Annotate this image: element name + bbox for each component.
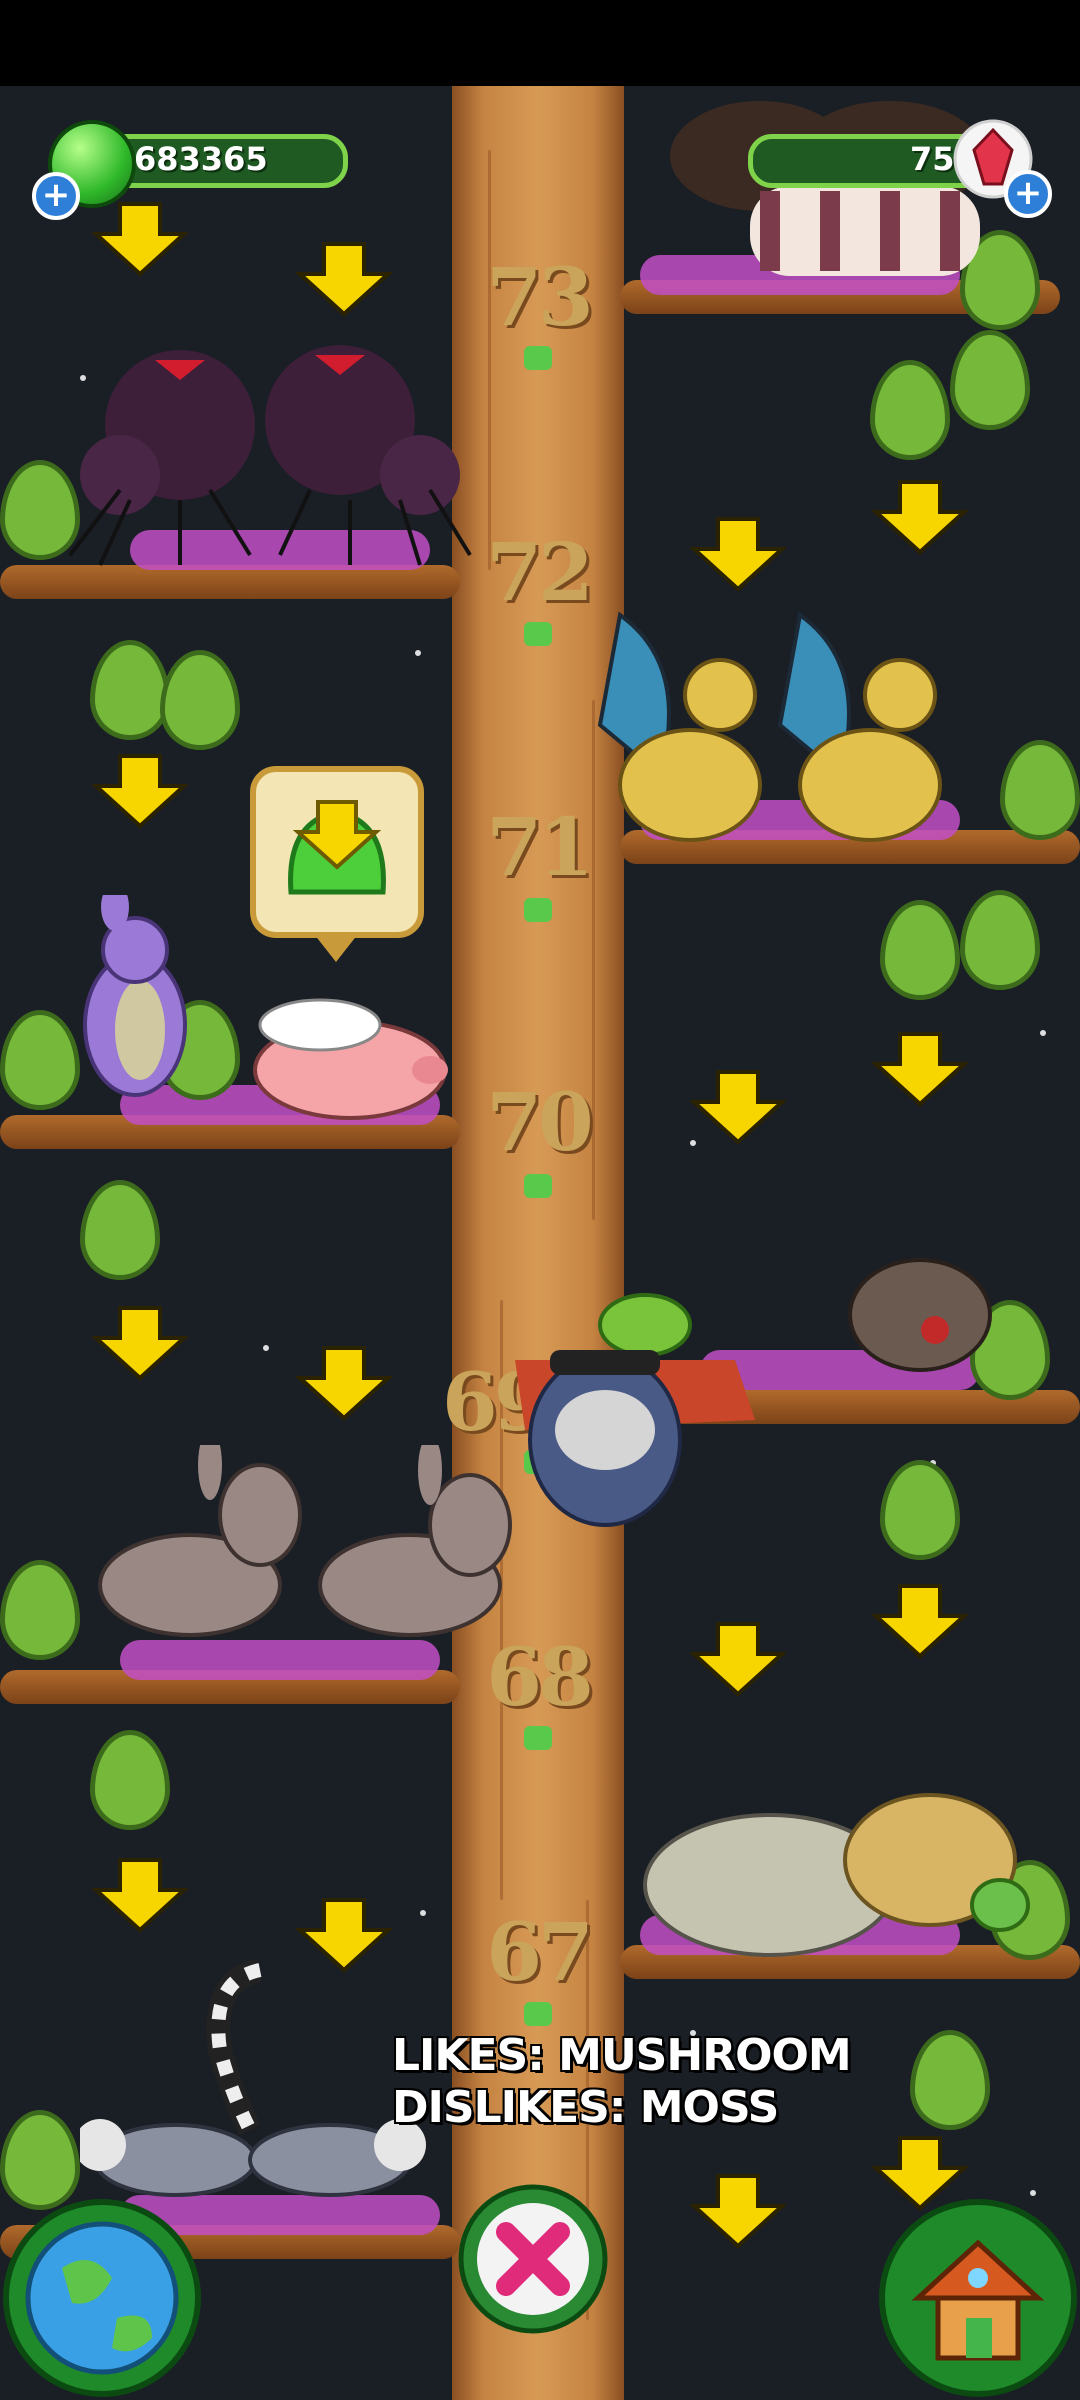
manatee-tortoise-creature[interactable] — [640, 1790, 1030, 1965]
moth-creature[interactable] — [840, 1250, 1000, 1380]
down-arrow-icon[interactable] — [872, 478, 968, 556]
dislikes-label: DISLIKES: MOSS — [392, 2082, 779, 2133]
level-number: 73 — [486, 250, 593, 344]
flying-pig-creature[interactable] — [240, 990, 460, 1120]
globe-icon — [25, 2221, 179, 2375]
down-arrow-icon[interactable] — [690, 2172, 786, 2250]
down-arrow-icon[interactable] — [690, 1068, 786, 1146]
down-arrow-icon[interactable] — [92, 1304, 188, 1382]
game-screen: { "hud": { "jelly_count": "683365", "cry… — [0, 0, 1080, 2400]
donkey-creature[interactable] — [80, 1445, 520, 1675]
kangaroo-creature[interactable] — [55, 895, 215, 1110]
creature-preferences-tooltip: LIKES: MUSHROOM DISLIKES: MOSS — [392, 2030, 852, 2134]
down-arrow-icon[interactable] — [872, 1030, 968, 1108]
down-arrow-icon[interactable] — [296, 1344, 392, 1422]
cat-marker-icon — [524, 1726, 552, 1750]
down-arrow-icon[interactable] — [872, 1582, 968, 1660]
down-arrow-icon[interactable] — [296, 1896, 392, 1974]
cat-marker-icon — [524, 346, 552, 370]
close-button[interactable] — [458, 2184, 608, 2334]
level-number: 70 — [486, 1075, 593, 1169]
cat-marker-icon — [524, 898, 552, 922]
star — [420, 1910, 426, 1916]
crystal-count: 75 — [910, 140, 955, 178]
cat-marker-icon — [524, 1174, 552, 1198]
star — [1040, 1030, 1046, 1036]
star — [1030, 2190, 1036, 2196]
down-arrow-icon[interactable] — [92, 752, 188, 830]
down-arrow-icon[interactable] — [690, 1620, 786, 1698]
cat-marker-icon — [524, 622, 552, 646]
home-button[interactable] — [878, 2198, 1078, 2398]
down-arrow-icon[interactable] — [92, 200, 188, 278]
lemur-creature[interactable] — [80, 1960, 430, 2210]
star — [415, 650, 421, 656]
trunk-grain — [488, 150, 491, 570]
level-number: 67 — [486, 1905, 593, 1999]
likes-label: LIKES: MUSHROOM — [392, 2030, 852, 2081]
green-jelly-icon — [288, 800, 386, 895]
cat-marker-icon — [524, 2002, 552, 2026]
world-map-button[interactable] — [2, 2198, 202, 2398]
ostrich-creature[interactable] — [650, 86, 1000, 296]
status-bar — [0, 0, 1080, 86]
down-arrow-icon[interactable] — [690, 515, 786, 593]
spider-creature[interactable] — [60, 340, 480, 570]
jelly-reward-bubble[interactable] — [250, 766, 424, 962]
add-jelly-plus-icon[interactable]: + — [32, 172, 80, 220]
branch-left-72 — [0, 565, 460, 599]
jelly-count: 683365 — [134, 140, 268, 178]
walrus-creature[interactable] — [495, 1280, 765, 1530]
down-arrow-icon[interactable] — [296, 240, 392, 318]
down-arrow-icon[interactable] — [92, 1856, 188, 1934]
add-crystal-plus-icon[interactable]: + — [1004, 170, 1052, 218]
star — [263, 1345, 269, 1351]
gryphon-creature[interactable] — [580, 605, 980, 850]
